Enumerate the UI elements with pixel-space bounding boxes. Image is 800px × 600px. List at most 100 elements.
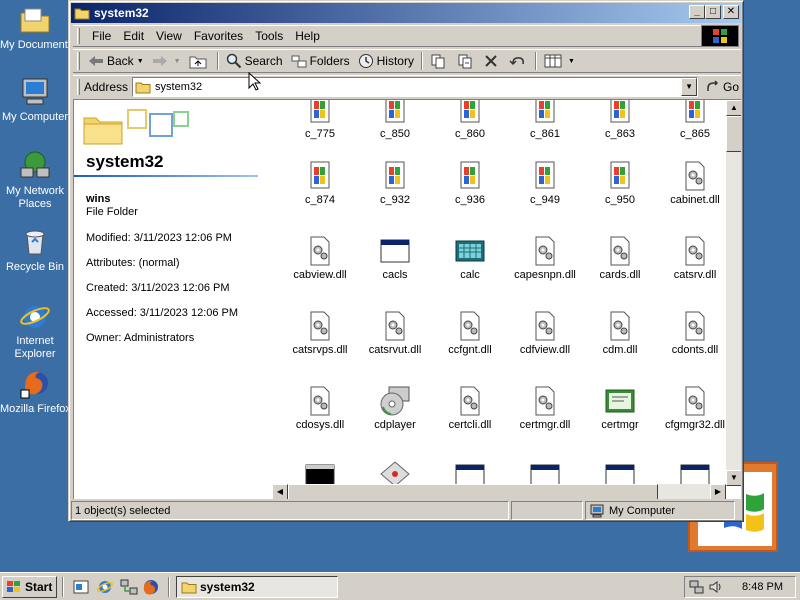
network-connection-icon[interactable] — [689, 580, 705, 594]
file-name: cards.dll — [599, 269, 641, 281]
file-name: c_874 — [305, 194, 335, 206]
file-item[interactable]: certmgr.dll — [508, 385, 582, 431]
file-item[interactable]: cdplayer — [358, 385, 432, 431]
file-item[interactable]: catsrvut.dll — [358, 310, 432, 356]
address-dropdown-button[interactable]: ▼ — [681, 77, 698, 96]
file-item[interactable]: catsrv.dll — [658, 235, 732, 281]
toolbar-grip[interactable] — [77, 28, 80, 44]
file-name: catsrv.dll — [673, 269, 717, 281]
scroll-up-button[interactable]: ▲ — [726, 100, 741, 116]
windows-flag-icon — [7, 581, 20, 592]
file-item[interactable]: c_874 — [283, 160, 357, 206]
undo-button[interactable] — [505, 51, 532, 71]
file-item[interactable]: cdm.dll — [583, 310, 657, 356]
file-item[interactable]: certcli.dll — [433, 385, 507, 431]
views-button[interactable]: ▼ — [540, 51, 579, 71]
file-item[interactable]: cacls — [358, 235, 432, 281]
file-item[interactable]: cdosys.dll — [283, 385, 357, 431]
file-name: certmgr — [601, 419, 639, 431]
start-button[interactable]: Start — [2, 576, 57, 598]
system-tray: 8:48 PM — [684, 576, 796, 598]
taskbar-window-button[interactable]: system32 — [176, 576, 338, 598]
title-bar[interactable]: system32 _ □ ✕ — [71, 3, 741, 23]
file-item[interactable]: c_950 — [583, 160, 657, 206]
vertical-scrollbar[interactable]: ▲ ▼ — [726, 100, 741, 486]
file-item[interactable]: c_932 — [358, 160, 432, 206]
scroll-thumb[interactable] — [726, 116, 741, 152]
file-item[interactable]: capesnpn.dll — [508, 235, 582, 281]
clock[interactable]: 8:48 PM — [742, 581, 783, 593]
file-item[interactable]: c_775 — [283, 100, 357, 140]
file-item[interactable]: cards.dll — [583, 235, 657, 281]
file-item[interactable]: c_860 — [433, 100, 507, 140]
desktop-icon-my-documents[interactable]: My Documents — [0, 4, 70, 52]
file-item[interactable]: c_861 — [508, 100, 582, 140]
close-button[interactable]: ✕ — [723, 5, 739, 19]
copy-to-button[interactable] — [453, 51, 480, 71]
toolbar-grip[interactable] — [77, 78, 80, 95]
file-item[interactable]: ccfgnt.dll — [433, 310, 507, 356]
maximize-button[interactable]: □ — [705, 5, 721, 19]
scroll-thumb[interactable] — [288, 484, 658, 499]
desktop-icon-firefox[interactable]: Mozilla Firefox — [0, 368, 70, 416]
menu-favorites[interactable]: Favorites — [188, 29, 249, 43]
internet-explorer-icon[interactable] — [96, 578, 114, 596]
file-item[interactable]: cabinet.dll — [658, 160, 732, 206]
move-to-button[interactable] — [426, 51, 453, 71]
file-item[interactable]: c_949 — [508, 160, 582, 206]
address-input[interactable]: system32 ▼ — [132, 76, 699, 97]
file-item[interactable]: cabview.dll — [283, 235, 357, 281]
history-button[interactable]: History — [354, 51, 418, 71]
file-item[interactable]: cdfview.dll — [508, 310, 582, 356]
file-item[interactable]: c_863 — [583, 100, 657, 140]
desktop-icon-internet-explorer[interactable]: Internet Explorer — [0, 300, 70, 361]
file-item[interactable]: c_850 — [358, 100, 432, 140]
file-name: calc — [460, 269, 480, 281]
forward-button[interactable]: ▼ — [148, 51, 185, 71]
desktop-icon-recycle-bin[interactable]: Recycle Bin — [0, 226, 70, 274]
firefox-icon[interactable] — [142, 578, 160, 596]
file-item[interactable]: cdonts.dll — [658, 310, 732, 356]
search-button[interactable]: Search — [222, 51, 287, 71]
nls-file-icon — [310, 100, 330, 123]
chevron-down-icon[interactable]: ▼ — [174, 58, 181, 65]
chevron-down-icon[interactable]: ▼ — [137, 58, 144, 65]
volume-icon[interactable] — [708, 580, 724, 594]
undo-icon — [509, 57, 524, 66]
network-icon[interactable] — [120, 578, 138, 596]
menu-view[interactable]: View — [150, 29, 188, 43]
toolbar-grip[interactable] — [77, 52, 80, 70]
folders-button[interactable]: Folders — [287, 51, 354, 71]
scroll-down-button[interactable]: ▼ — [726, 470, 741, 486]
menu-edit[interactable]: Edit — [117, 29, 150, 43]
delete-button[interactable] — [480, 51, 505, 71]
nls-file-icon — [385, 161, 405, 189]
up-button[interactable] — [185, 51, 214, 71]
file-name: cfgmgr32.dll — [665, 419, 725, 431]
file-item[interactable]: cfgmgr32.dll — [658, 385, 732, 431]
menu-tools[interactable]: Tools — [249, 29, 289, 43]
file-item[interactable]: certmgr — [583, 385, 657, 431]
search-icon — [226, 53, 241, 69]
windows-flag-icon — [713, 29, 727, 43]
scroll-right-button[interactable]: ▶ — [710, 484, 726, 499]
file-item[interactable]: c_865 — [658, 100, 732, 140]
back-button[interactable]: Back ▼ — [84, 51, 148, 71]
recycle-bin-icon — [25, 230, 45, 255]
horizontal-scrollbar[interactable]: ◀ ▶ — [272, 484, 726, 499]
minimize-button[interactable]: _ — [689, 5, 705, 19]
desktop-icon-my-computer[interactable]: My Computer — [0, 76, 70, 124]
back-arrow-icon — [89, 56, 103, 66]
chevron-down-icon[interactable]: ▼ — [568, 58, 575, 65]
desktop-icon-network[interactable]: My Network Places — [0, 150, 70, 211]
menu-help[interactable]: Help — [289, 29, 326, 43]
show-desktop-icon[interactable] — [72, 578, 90, 596]
file-item[interactable]: catsrvps.dll — [283, 310, 357, 356]
scroll-left-button[interactable]: ◀ — [272, 484, 288, 499]
file-name: catsrvps.dll — [292, 344, 348, 356]
file-item[interactable]: c_936 — [433, 160, 507, 206]
go-button[interactable]: Go — [706, 80, 739, 94]
status-blank — [511, 501, 583, 520]
file-item[interactable]: calc — [433, 235, 507, 281]
menu-file[interactable]: File — [86, 29, 117, 43]
